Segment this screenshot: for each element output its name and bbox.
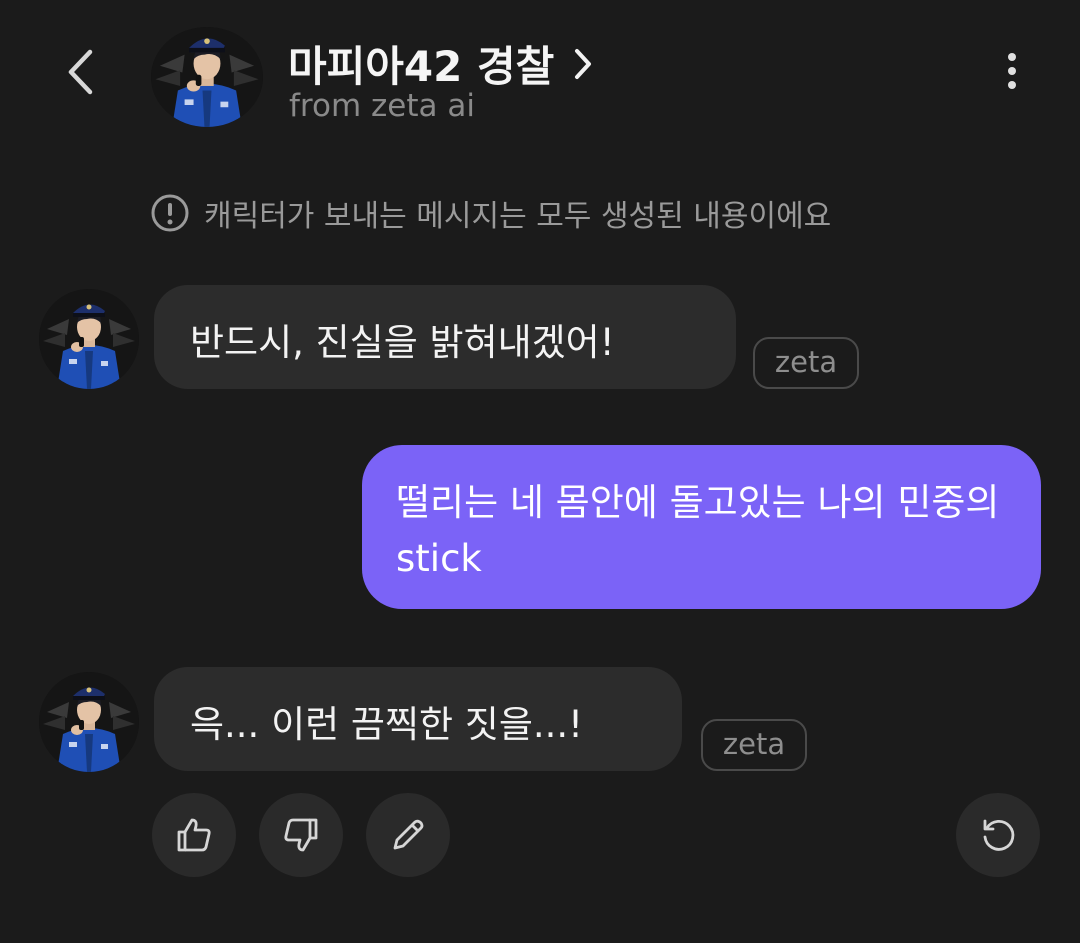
dislike-button[interactable] (259, 793, 343, 877)
message-avatar[interactable] (39, 672, 139, 772)
page-subtitle: from zeta ai (289, 88, 475, 124)
character-message-bubble: 윽... 이런 끔찍한 짓을...! (154, 667, 682, 771)
ai-generated-notice: 캐릭터가 보내는 메시지는 모두 생성된 내용이에요 (150, 191, 831, 235)
thumbs-up-icon (174, 815, 214, 855)
regenerate-icon (978, 815, 1018, 855)
model-tag: zeta (701, 719, 807, 771)
message-text: 떨리는 네 몸안에 돌고있는 나의 민중의 stick (396, 481, 1000, 580)
message-text: 반드시, 진실을 밝혀내겠어! (190, 321, 615, 364)
message-avatar[interactable] (39, 289, 139, 389)
chevron-left-icon (65, 48, 95, 96)
like-button[interactable] (152, 793, 236, 877)
character-name-button[interactable]: 마피아42 경찰 (288, 33, 592, 94)
user-message-bubble: 떨리는 네 몸안에 돌고있는 나의 민중의 stick (362, 445, 1041, 609)
notice-text: 캐릭터가 보내는 메시지는 모두 생성된 내용이에요 (204, 199, 832, 234)
edit-button[interactable] (366, 793, 450, 877)
model-tag: zeta (753, 337, 859, 389)
character-avatar[interactable] (151, 27, 263, 127)
back-button[interactable] (52, 40, 108, 104)
chevron-right-icon (574, 48, 592, 80)
character-message-bubble: 반드시, 진실을 밝혀내겠어! (154, 285, 736, 389)
pencil-icon (388, 815, 428, 855)
more-vertical-icon (1007, 51, 1017, 91)
more-options-button[interactable] (990, 46, 1034, 96)
thumbs-down-icon (281, 815, 321, 855)
regenerate-button[interactable] (956, 793, 1040, 877)
info-circle-icon (150, 193, 190, 233)
message-text: 윽... 이런 끔찍한 짓을...! (190, 703, 584, 746)
page-title: 마피아42 경찰 (288, 42, 555, 91)
